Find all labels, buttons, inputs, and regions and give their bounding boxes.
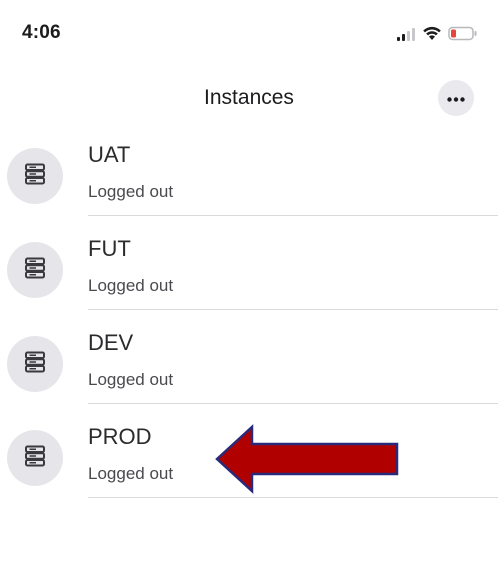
server-icon <box>24 163 46 190</box>
instance-avatar <box>7 336 63 392</box>
status-time: 4:06 <box>22 22 61 43</box>
instance-name: PROD <box>88 424 152 449</box>
instance-avatar <box>7 242 63 298</box>
instance-row-uat[interactable]: UAT Logged out <box>0 122 498 216</box>
instance-status: Logged out <box>88 276 174 295</box>
instance-avatar <box>7 148 63 204</box>
instance-avatar <box>7 430 63 486</box>
server-icon <box>24 445 46 472</box>
battery-low-icon <box>448 26 478 46</box>
page-title: Instances <box>204 86 294 109</box>
instance-row-fut[interactable]: FUT Logged out <box>0 216 498 310</box>
instance-name: DEV <box>88 330 134 355</box>
ellipsis-icon <box>447 89 465 107</box>
cellular-signal-icon <box>396 27 416 46</box>
status-icons <box>396 26 478 46</box>
instance-status: Logged out <box>88 182 174 201</box>
instance-name: UAT <box>88 142 131 167</box>
instance-status: Logged out <box>88 464 174 483</box>
instance-name: FUT <box>88 236 131 261</box>
more-options-button[interactable] <box>438 80 474 116</box>
annotation-arrow <box>214 424 400 494</box>
wifi-icon <box>422 26 442 46</box>
server-icon <box>24 351 46 378</box>
server-icon <box>24 257 46 284</box>
divider <box>88 497 498 498</box>
instance-status: Logged out <box>88 370 174 389</box>
status-bar: 4:06 <box>0 0 498 70</box>
nav-bar: Instances <box>0 78 498 122</box>
instance-row-dev[interactable]: DEV Logged out <box>0 310 498 404</box>
